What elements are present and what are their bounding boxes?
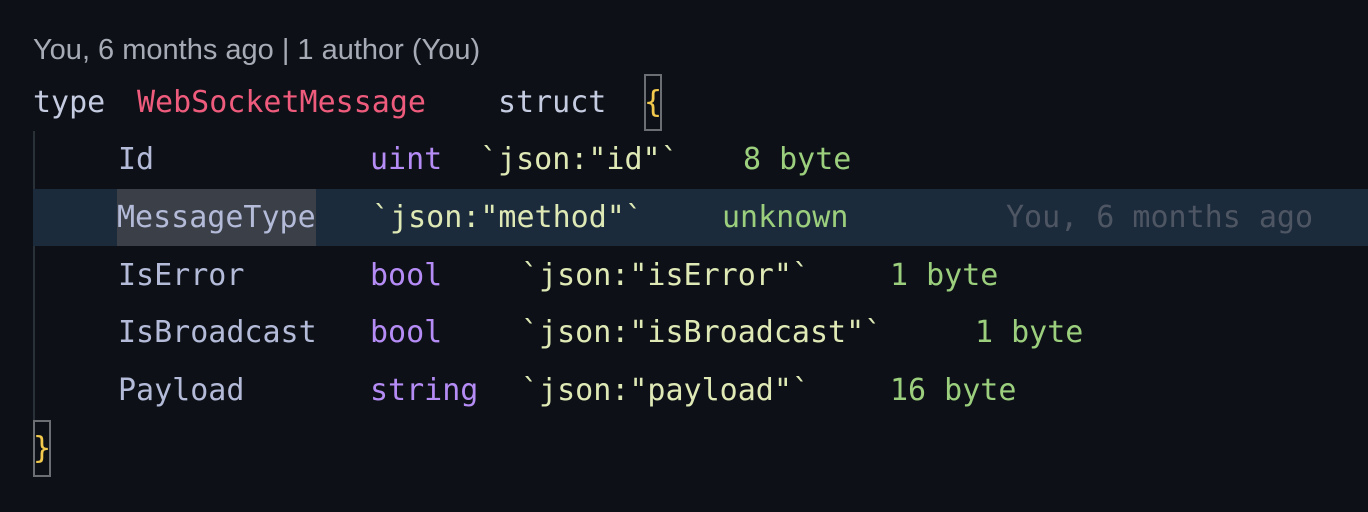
code-editor[interactable]: You, 6 months ago | 1 author (You) type … bbox=[0, 0, 1368, 512]
field-name: IsError bbox=[118, 258, 245, 293]
field-name: Payload bbox=[118, 373, 245, 408]
struct-tag: `json:"isBroadcast"` bbox=[521, 315, 883, 350]
inline-blame: You, 6 months ago bbox=[1006, 200, 1314, 235]
struct-tag: `json:"method"` bbox=[372, 200, 643, 235]
code-line-close-brace[interactable]: } bbox=[0, 420, 1368, 477]
close-brace: } bbox=[33, 420, 52, 477]
field-type: bool bbox=[370, 258, 443, 293]
struct-tag: `json:"isError"` bbox=[521, 258, 810, 293]
code-line-field-payload[interactable]: Payload string `json:"payload"` 16 byte bbox=[0, 362, 1368, 419]
code-line-field-isbroadcast[interactable]: IsBroadcast bool `json:"isBroadcast"` 1 … bbox=[0, 304, 1368, 361]
size-inlay-hint: 1 byte bbox=[975, 315, 1084, 350]
field-type: bool bbox=[370, 315, 443, 350]
code-line-field-iserror[interactable]: IsError bool `json:"isError"` 1 byte bbox=[0, 247, 1368, 304]
field-name-highlighted: MessageType bbox=[117, 189, 316, 246]
git-blame-codelens[interactable]: You, 6 months ago | 1 author (You) bbox=[33, 31, 480, 69]
field-name: IsBroadcast bbox=[118, 315, 317, 350]
field-type: string bbox=[370, 373, 479, 408]
type-keyword: type bbox=[33, 85, 106, 120]
size-inlay-hint: unknown bbox=[722, 200, 849, 235]
code-line-struct-decl[interactable]: type WebSocketMessage struct { bbox=[0, 74, 1368, 131]
code-line-field-messagetype[interactable]: MessageType `json:"method"` unknown You,… bbox=[33, 189, 1368, 246]
struct-keyword: struct bbox=[498, 85, 607, 120]
size-inlay-hint: 1 byte bbox=[890, 258, 999, 293]
field-type: uint bbox=[370, 142, 443, 177]
struct-type-name: WebSocketMessage bbox=[137, 85, 426, 120]
code-line-field-id[interactable]: Id uint `json:"id"` 8 byte bbox=[0, 131, 1368, 188]
struct-tag: `json:"payload"` bbox=[521, 373, 810, 408]
field-name: Id bbox=[118, 142, 155, 177]
open-brace: { bbox=[644, 74, 663, 131]
struct-tag: `json:"id"` bbox=[480, 142, 679, 177]
size-inlay-hint: 16 byte bbox=[890, 373, 1017, 408]
size-inlay-hint: 8 byte bbox=[743, 142, 852, 177]
